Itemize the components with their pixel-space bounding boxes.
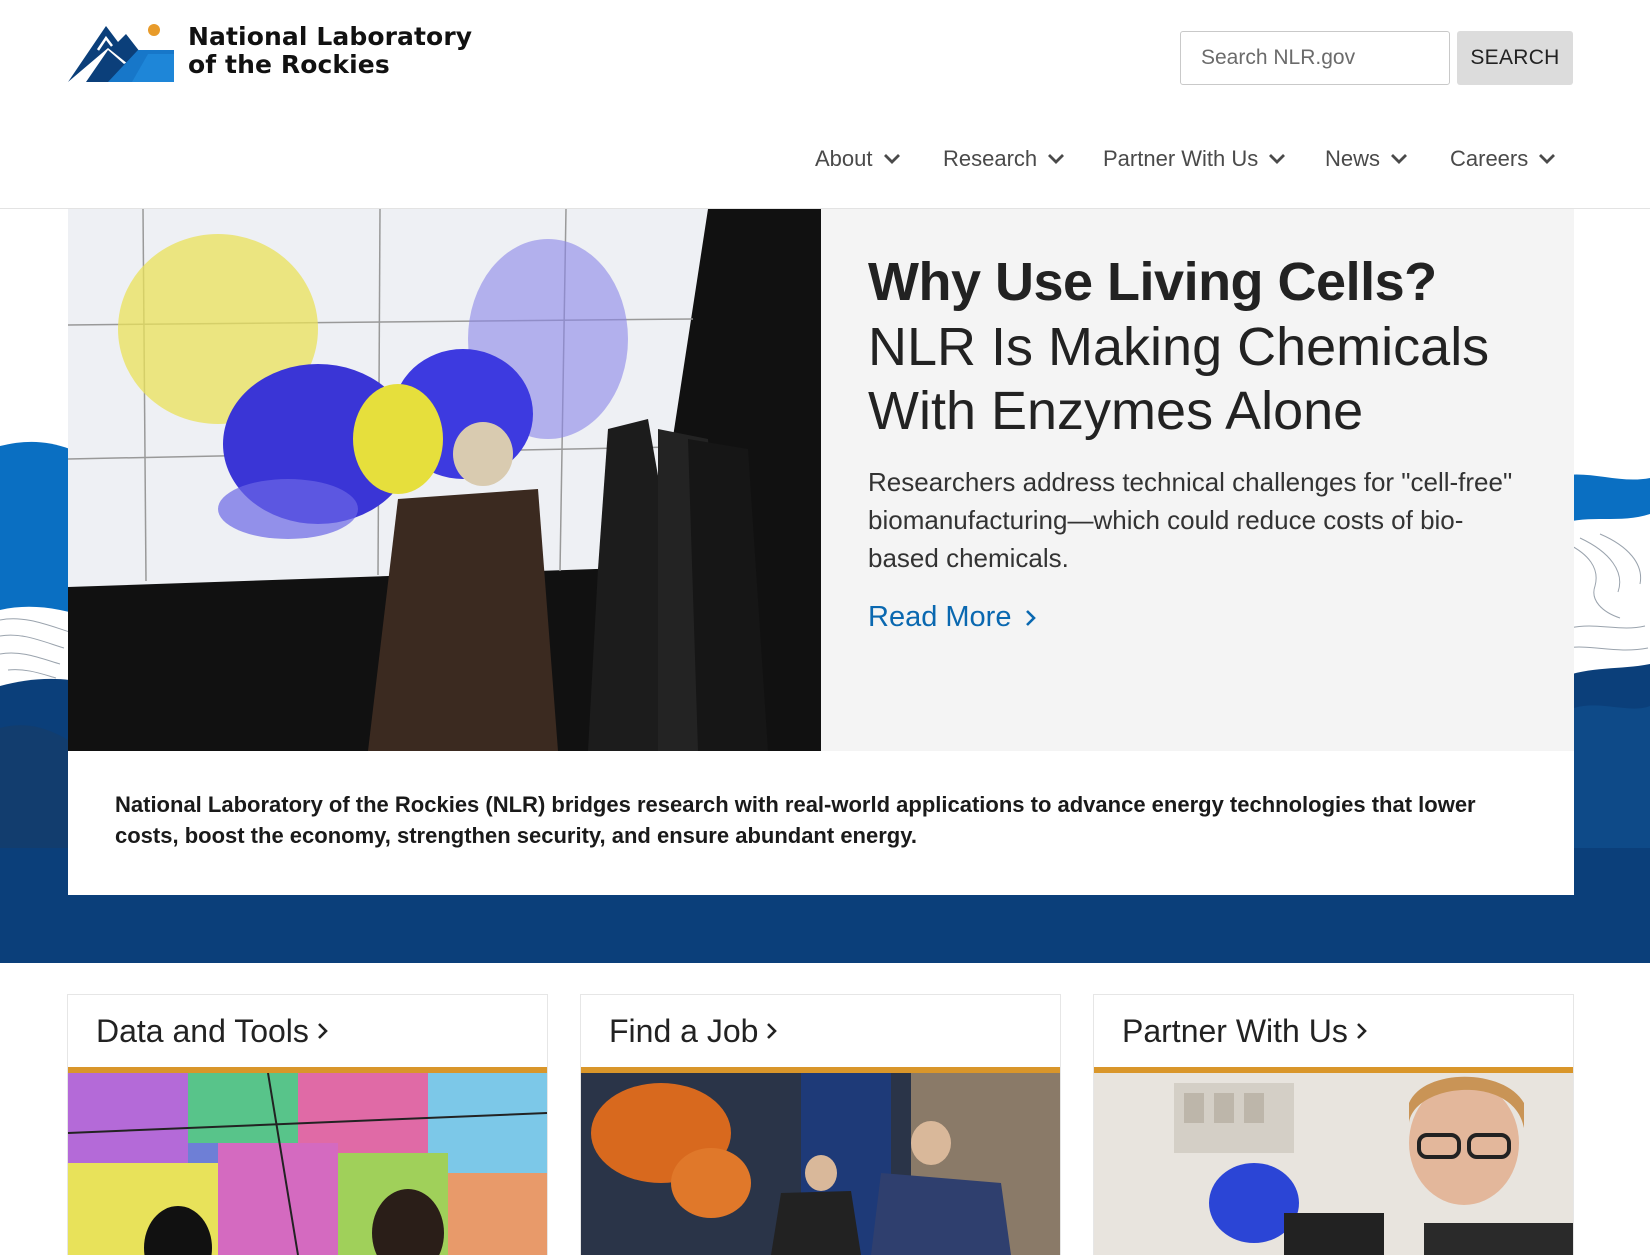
hero-description: Researchers address technical challenges… bbox=[868, 467, 1513, 573]
lab-scientist-photo bbox=[1094, 1073, 1573, 1255]
logo-line-1: National Laboratory bbox=[188, 22, 473, 51]
search-button[interactable]: SEARCH bbox=[1457, 31, 1573, 85]
read-more-label: Read More bbox=[868, 601, 1012, 633]
nav-label: Partner With Us bbox=[1103, 146, 1259, 171]
mission-text: National Laboratory of the Rockies (NLR)… bbox=[115, 792, 1476, 848]
mountain-logo-icon bbox=[68, 24, 174, 82]
chevron-down-icon bbox=[1269, 154, 1286, 164]
card-image bbox=[68, 1073, 547, 1255]
nav-item-careers[interactable]: Careers bbox=[1450, 146, 1556, 172]
nav-item-news[interactable]: News bbox=[1325, 146, 1408, 172]
chevron-right-icon bbox=[317, 1023, 328, 1039]
card-title-link[interactable]: Partner With Us bbox=[1094, 995, 1573, 1073]
chevron-right-icon bbox=[767, 1023, 778, 1039]
site-logo[interactable]: National Laboratory of the Rockies bbox=[68, 20, 472, 82]
nav-label: Research bbox=[943, 146, 1038, 171]
nav-item-about[interactable]: About bbox=[815, 146, 901, 172]
card-partner-with-us[interactable]: Partner With Us bbox=[1094, 995, 1573, 1255]
card-find-a-job[interactable]: Find a Job bbox=[581, 995, 1060, 1255]
chevron-down-icon bbox=[1391, 154, 1408, 164]
search-form: SEARCH bbox=[1180, 31, 1573, 85]
hero-title-bold: Why Use Living Cells? bbox=[868, 252, 1437, 312]
chevron-down-icon bbox=[883, 154, 900, 164]
main-nav: About Research Partner With Us News Care… bbox=[0, 146, 1650, 180]
hero-feature-panel: Why Use Living Cells? NLR Is Making Chem… bbox=[821, 209, 1574, 751]
chevron-down-icon bbox=[1539, 154, 1556, 164]
chevron-down-icon bbox=[1048, 154, 1065, 164]
chevron-right-icon bbox=[1356, 1023, 1367, 1039]
enzyme-visualization-photo bbox=[68, 209, 821, 751]
card-title-link[interactable]: Data and Tools bbox=[68, 995, 547, 1073]
search-input[interactable] bbox=[1180, 31, 1450, 85]
nav-label: News bbox=[1325, 146, 1381, 171]
card-title: Partner With Us bbox=[1122, 1012, 1348, 1049]
lab-workers-photo bbox=[581, 1073, 1060, 1255]
read-more-link[interactable]: Read More bbox=[868, 601, 1037, 634]
data-map-photo bbox=[68, 1073, 547, 1255]
chevron-right-icon bbox=[1026, 609, 1037, 626]
logo-wordmark: National Laboratory of the Rockies bbox=[188, 23, 472, 79]
site-header: National Laboratory of the Rockies SEARC… bbox=[0, 0, 1650, 209]
hero-title-subtitle: NLR Is Making Chemicals With Enzymes Alo… bbox=[868, 317, 1490, 441]
card-title-link[interactable]: Find a Job bbox=[581, 995, 1060, 1073]
nav-item-partner-with-us[interactable]: Partner With Us bbox=[1103, 146, 1286, 172]
card-data-and-tools[interactable]: Data and Tools bbox=[68, 995, 547, 1255]
nav-label: Careers bbox=[1450, 146, 1529, 171]
hero-image[interactable] bbox=[68, 209, 821, 751]
card-image bbox=[1094, 1073, 1573, 1255]
nav-item-research[interactable]: Research bbox=[943, 146, 1065, 172]
card-image bbox=[581, 1073, 1060, 1255]
card-title: Find a Job bbox=[609, 1012, 759, 1049]
nav-label: About bbox=[815, 146, 873, 171]
card-title: Data and Tools bbox=[96, 1012, 309, 1049]
mission-statement: National Laboratory of the Rockies (NLR)… bbox=[68, 751, 1574, 895]
logo-line-2: of the Rockies bbox=[188, 50, 390, 79]
